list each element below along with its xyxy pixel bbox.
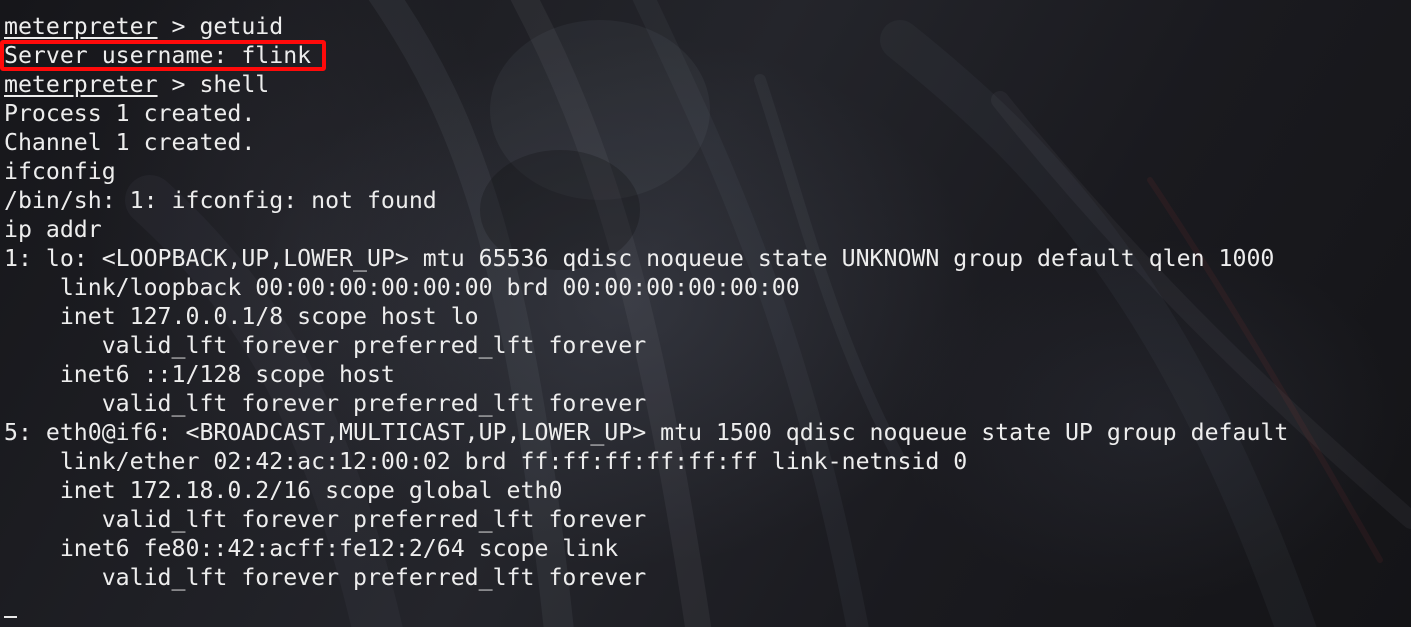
terminal-line: 1: lo: <LOOPBACK,UP,LOWER_UP> mtu 65536 … (4, 244, 1288, 273)
output-text: inet 127.0.0.1/8 scope host lo (4, 303, 479, 330)
terminal-cursor (4, 616, 17, 618)
terminal-line: /bin/sh: 1: ifconfig: not found (4, 186, 1288, 215)
output-text: 1: lo: <LOOPBACK,UP,LOWER_UP> mtu 65536 … (4, 245, 1275, 272)
server-username-line: Server username: flink (4, 42, 312, 69)
output-text: inet 172.18.0.2/16 scope global eth0 (4, 477, 563, 504)
terminal-output: meterpreter > getuid Server username: fli… (4, 12, 1288, 621)
terminal-line: Channel 1 created. (4, 128, 1288, 157)
terminal-line: Server username: flink (4, 41, 1288, 70)
terminal-window[interactable]: meterpreter > getuid Server username: fli… (0, 0, 1411, 627)
output-text: inet6 ::1/128 scope host (4, 361, 395, 388)
terminal-line: link/loopback 00:00:00:00:00:00 brd 00:0… (4, 273, 1288, 302)
terminal-line: meterpreter > shell (4, 70, 1288, 99)
output-text: ip addr (4, 216, 102, 243)
terminal-line: valid_lft forever preferred_lft forever (4, 563, 1288, 592)
command-text: > getuid (157, 13, 284, 40)
terminal-line: ifconfig (4, 157, 1288, 186)
terminal-line: inet6 fe80::42:acff:fe12:2/64 scope link (4, 534, 1288, 563)
terminal-line: valid_lft forever preferred_lft forever (4, 505, 1288, 534)
terminal-line: 5: eth0@if6: <BROADCAST,MULTICAST,UP,LOW… (4, 418, 1288, 447)
terminal-line: inet6 ::1/128 scope host (4, 360, 1288, 389)
terminal-line: valid_lft forever preferred_lft forever (4, 389, 1288, 418)
output-text: valid_lft forever preferred_lft forever (4, 506, 647, 533)
output-text: link/ether 02:42:ac:12:00:02 brd ff:ff:f… (4, 448, 968, 475)
command-text: > shell (157, 71, 270, 98)
terminal-line: Process 1 created. (4, 99, 1288, 128)
output-text: valid_lft forever preferred_lft forever (4, 332, 647, 359)
output-text: valid_lft forever preferred_lft forever (4, 390, 647, 417)
terminal-line: ip addr (4, 215, 1288, 244)
output-text: ifconfig (4, 158, 116, 185)
output-text: link/loopback 00:00:00:00:00:00 brd 00:0… (4, 274, 800, 301)
output-text: Channel 1 created. (4, 129, 256, 156)
output-text: 5: eth0@if6: <BROADCAST,MULTICAST,UP,LOW… (4, 419, 1289, 446)
terminal-line: meterpreter > getuid (4, 12, 1288, 41)
output-text: valid_lft forever preferred_lft forever (4, 564, 647, 591)
output-text: inet6 fe80::42:acff:fe12:2/64 scope link (4, 535, 619, 562)
meterpreter-prompt: meterpreter (4, 13, 158, 40)
terminal-line: valid_lft forever preferred_lft forever (4, 331, 1288, 360)
output-text: /bin/sh: 1: ifconfig: not found (4, 187, 437, 214)
terminal-line: link/ether 02:42:ac:12:00:02 brd ff:ff:f… (4, 447, 1288, 476)
output-text: Process 1 created. (4, 100, 256, 127)
terminal-line: inet 172.18.0.2/16 scope global eth0 (4, 476, 1288, 505)
meterpreter-prompt: meterpreter (4, 71, 158, 98)
terminal-line: inet 127.0.0.1/8 scope host lo (4, 302, 1288, 331)
